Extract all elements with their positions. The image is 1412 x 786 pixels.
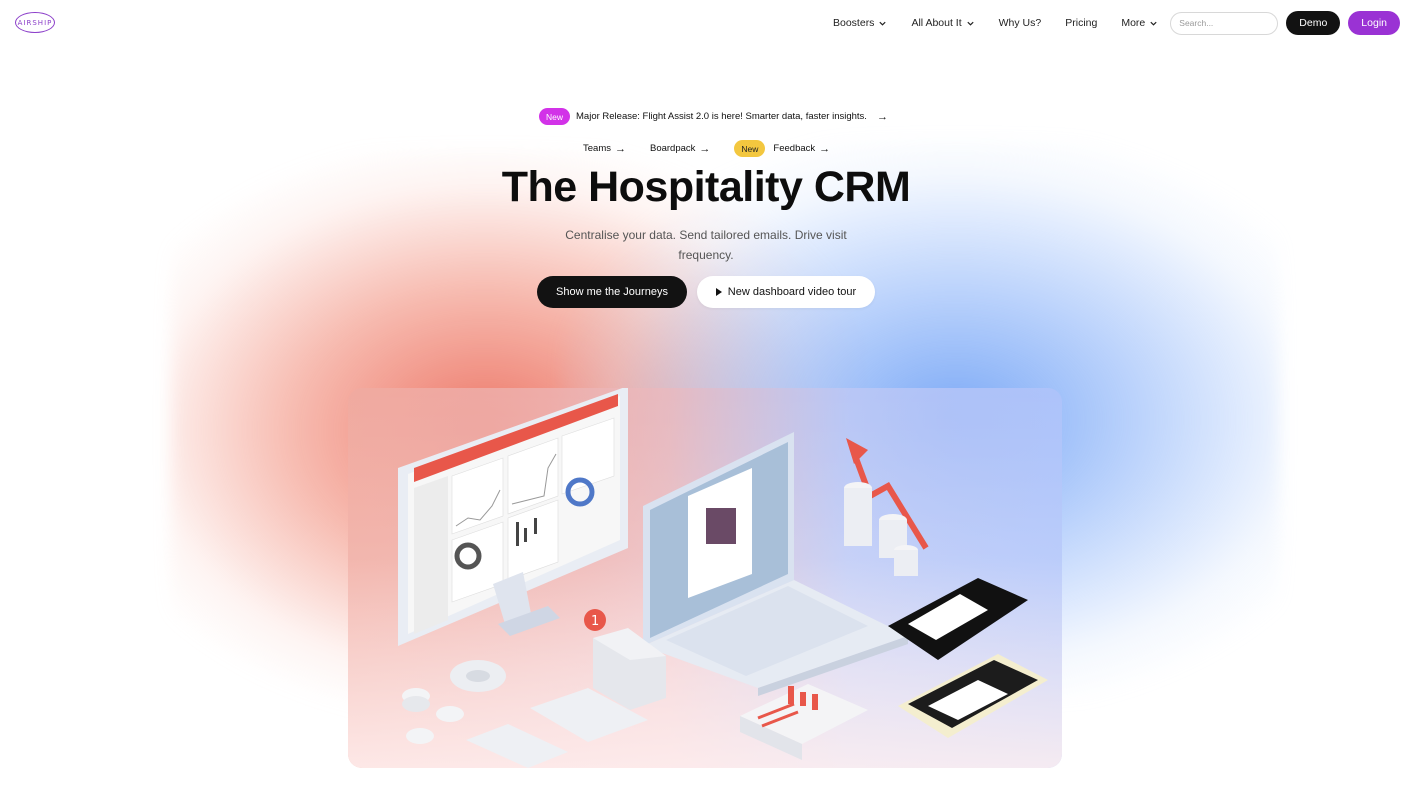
arrow-right-icon: → — [699, 142, 711, 155]
cta-primary-label: Show me the Journeys — [556, 286, 668, 298]
sublinks: Teams → Boardpack → New Feedback → — [583, 140, 854, 157]
announcement-banner[interactable]: New Major Release: Flight Assist 2.0 is … — [539, 108, 888, 125]
new-badge: New — [539, 108, 571, 125]
sublink-label: Boardpack — [649, 143, 696, 154]
laptop-illustration — [643, 432, 908, 696]
crm-isometric-illustration: 1 — [398, 388, 1048, 768]
new-badge: New — [734, 140, 766, 157]
top-nav: AIRSHIP Boosters All About It Why Us? Pr… — [0, 0, 1412, 45]
nav-item-label: Pricing — [1065, 17, 1098, 29]
sublink-feedback[interactable]: New Feedback → — [734, 140, 830, 157]
sublink-label: Feedback — [773, 143, 816, 154]
show-journeys-button[interactable]: Show me the Journeys — [537, 276, 687, 308]
chevron-down-icon — [1150, 21, 1157, 26]
sublink-boardpack[interactable]: Boardpack → — [650, 143, 710, 155]
notification-count: 1 — [591, 614, 599, 629]
nav-item-label: Boosters — [833, 17, 875, 29]
coin-stack-illustration — [402, 688, 464, 744]
gear-illustration — [450, 660, 506, 692]
phone-black-illustration — [888, 578, 1028, 660]
hero-subtitle: Centralise your data. Send tailored emai… — [565, 228, 847, 262]
video-tour-button[interactable]: New dashboard video tour — [697, 276, 875, 308]
arrow-right-icon: → — [614, 142, 626, 155]
cta-row: Show me the Journeys New dashboard video… — [537, 276, 875, 308]
nav-links: Boosters All About It Why Us? Pricing Mo… — [833, 11, 1400, 35]
chevron-down-icon — [967, 21, 974, 26]
search-input[interactable]: Search... — [1170, 11, 1279, 35]
cta-secondary-label: New dashboard video tour — [727, 286, 857, 298]
nav-item-all-about-it[interactable]: All About It — [911, 17, 974, 29]
login-label: Login — [1361, 17, 1387, 29]
arrow-right-icon: → — [876, 110, 888, 123]
login-button[interactable]: Login — [1348, 11, 1400, 35]
nav-item-boosters[interactable]: Boosters — [833, 17, 887, 29]
page-title: The Hospitality CRM — [501, 163, 911, 211]
nav-item-label: More — [1121, 17, 1146, 29]
sublink-teams[interactable]: Teams → — [583, 143, 626, 155]
monitor-illustration — [398, 388, 628, 646]
arrow-right-icon: → — [819, 142, 831, 155]
nav-item-pricing[interactable]: Pricing — [1065, 17, 1097, 29]
nav-item-why-us[interactable]: Why Us? — [999, 17, 1042, 29]
chevron-down-icon — [879, 21, 887, 26]
envelope-illustration: 1 — [466, 609, 666, 768]
demo-button[interactable]: Demo — [1286, 11, 1341, 35]
sublink-label: Teams — [583, 143, 611, 154]
demo-label: Demo — [1299, 17, 1328, 29]
hero-illustration-panel: 1 — [348, 388, 1062, 768]
nav-item-label: All About It — [911, 17, 962, 29]
announcement-text: Major Release: Flight Assist 2.0 is here… — [576, 111, 867, 122]
nav-item-label: Why Us? — [998, 17, 1042, 29]
phone-gold-illustration — [898, 654, 1048, 738]
airship-logo[interactable]: AIRSHIP — [15, 12, 55, 33]
search-placeholder: Search... — [1179, 18, 1214, 28]
nav-item-more[interactable]: More — [1121, 17, 1158, 29]
play-icon — [715, 288, 722, 296]
logo-text: AIRSHIP — [17, 18, 53, 27]
growth-chart-illustration — [844, 438, 929, 576]
